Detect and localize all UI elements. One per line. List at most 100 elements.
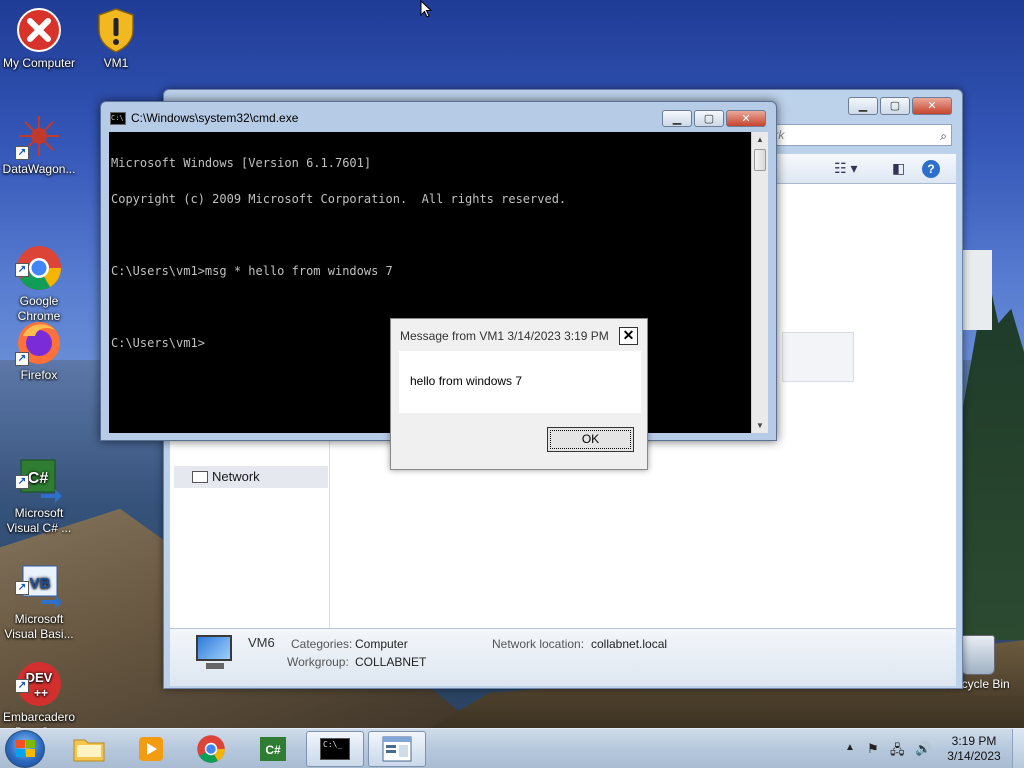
- visual-csharp-icon: C#: [260, 737, 286, 761]
- minimize-button[interactable]: ▁: [848, 97, 878, 115]
- svg-text:++: ++: [34, 686, 48, 700]
- search-icon[interactable]: ⌕: [940, 126, 947, 146]
- desktop-icon-my-computer[interactable]: My Computer: [0, 6, 79, 71]
- details-pane: VM6 Categories: Computer Workgroup: COLL…: [170, 628, 956, 686]
- taskbar-network-explorer[interactable]: [368, 731, 426, 767]
- devcpp-icon: DEV ++ ↗: [15, 645, 63, 706]
- recycle-bin-icon: [961, 635, 995, 675]
- svg-text:DEV: DEV: [26, 670, 53, 685]
- desktop-icon-visual-basic[interactable]: VB ↗ Microsoft Visual Basi...: [0, 532, 79, 642]
- desktop-icon-label: Microsoft Visual C# ...: [6, 506, 72, 535]
- taskbar-cmd[interactable]: C:\_: [306, 731, 364, 767]
- media-player-icon: [139, 737, 163, 761]
- taskbar: C# C:\_ ▲ ⚑ 🖧 🔊 3:19 PM 3/14/2023: [0, 728, 1024, 768]
- volume-icon[interactable]: 🔊: [915, 741, 931, 757]
- svg-text:VB: VB: [30, 575, 51, 592]
- show-desktop-button[interactable]: [1012, 729, 1024, 768]
- taskbar-media-player[interactable]: [122, 731, 180, 767]
- desktop-icon-label: DataWagon...: [2, 162, 76, 176]
- dialog-body: hello from windows 7: [399, 351, 641, 413]
- shortcut-arrow-icon: ↗: [15, 581, 29, 595]
- console-line: C:\Users\vm1>msg * hello from windows 7: [111, 264, 393, 278]
- desktop-icon-devcpp[interactable]: DEV++ ↗ Embarcadero Dev-C++: [0, 630, 79, 728]
- wallpaper-lighthouse: [962, 250, 992, 330]
- close-icon[interactable]: ✕: [619, 327, 638, 345]
- shortcut-arrow-icon: ↗: [15, 352, 29, 366]
- desktop-icon-label: Embarcadero Dev-C++: [2, 710, 76, 728]
- network-computer-item[interactable]: [782, 332, 854, 382]
- clock-date: 3/14/2023: [947, 749, 1001, 763]
- desktop-icon-label: Firefox: [20, 368, 58, 382]
- close-button[interactable]: ✕: [912, 97, 952, 115]
- message-text: hello from windows 7: [410, 374, 523, 388]
- console-line: Microsoft Windows [Version 6.1.7601]: [111, 156, 372, 170]
- workgroup-label: Workgroup:: [287, 655, 349, 669]
- system-clock[interactable]: 3:19 PM 3/14/2023: [942, 734, 1006, 764]
- cmd-icon: C:\: [110, 112, 126, 125]
- desktop-icon-label: My Computer: [2, 56, 76, 70]
- maximize-button[interactable]: ▢: [880, 97, 910, 115]
- network-icon: [192, 471, 208, 483]
- scroll-up-icon[interactable]: ▲: [756, 135, 764, 144]
- cmd-caption-buttons: ▁ ▢ ✕: [662, 110, 766, 127]
- visual-csharp-icon: C# ↗: [15, 441, 63, 503]
- minimize-button[interactable]: ▁: [662, 110, 692, 127]
- desktop-icon-vm1[interactable]: VM1: [76, 6, 156, 71]
- network-location-label: Network location:: [492, 637, 585, 651]
- desktop-icon-firefox[interactable]: ↗ Firefox: [0, 318, 79, 383]
- network-location-value: collabnet.local: [591, 637, 668, 651]
- preview-pane-icon[interactable]: ◧: [892, 160, 905, 177]
- search-input[interactable]: work ⌕: [752, 124, 952, 146]
- shortcut-arrow-icon: ↗: [15, 679, 29, 693]
- window-title: C:\Windows\system32\cmd.exe: [131, 111, 299, 125]
- desktop-icon-datawagon[interactable]: ↗ DataWagon...: [0, 112, 79, 177]
- svg-text:C#: C#: [265, 743, 281, 757]
- network-status-icon[interactable]: 🖧: [890, 741, 905, 763]
- categories-label: Categories:: [291, 637, 353, 651]
- start-button[interactable]: [5, 730, 45, 768]
- vertical-scrollbar[interactable]: ▲ ▼: [751, 132, 768, 433]
- svg-text:C#: C#: [28, 470, 49, 487]
- firefox-icon: ↗: [15, 318, 63, 366]
- wallpaper-trees: [960, 280, 1024, 640]
- show-hidden-icons-icon[interactable]: ▲: [845, 742, 855, 753]
- computer-name: VM6: [248, 635, 275, 650]
- view-options-icon[interactable]: ☷ ▾: [834, 160, 857, 177]
- shortcut-arrow-icon: ↗: [15, 475, 29, 489]
- system-tray: ▲ ⚑ 🖧 🔊 3:19 PM 3/14/2023: [845, 729, 1024, 768]
- cmd-icon: C:\_: [320, 738, 350, 760]
- desktop-wallpaper: My Computer VM1 ↗ DataWagon... ↗ Google …: [0, 0, 1024, 728]
- close-button[interactable]: ✕: [726, 110, 766, 127]
- taskbar-visual-csharp[interactable]: C#: [244, 731, 302, 767]
- desktop-icon-google-chrome[interactable]: ↗ Google Chrome: [0, 214, 79, 324]
- clock-time: 3:19 PM: [951, 734, 997, 748]
- folder-icon: [73, 739, 105, 762]
- computer-icon: [192, 635, 236, 673]
- message-dialog[interactable]: Message from VM1 3/14/2023 3:19 PM ✕ hel…: [390, 318, 648, 470]
- mouse-cursor-icon: [420, 0, 432, 18]
- action-center-icon[interactable]: ⚑: [867, 741, 879, 757]
- shield-warning-icon: [92, 6, 140, 54]
- maximize-button[interactable]: ▢: [694, 110, 724, 127]
- explorer-caption-buttons: ▁ ▢ ✕: [848, 97, 952, 115]
- desktop-icon-label: VM1: [103, 56, 129, 70]
- help-icon[interactable]: ?: [922, 160, 940, 178]
- close-circle-icon: [15, 6, 63, 54]
- sidebar-item-network[interactable]: Network: [174, 466, 328, 488]
- chrome-icon: [197, 735, 225, 763]
- desktop-icon-visual-csharp[interactable]: C# ↗ Microsoft Visual C# ...: [0, 426, 79, 536]
- window-icon: [382, 736, 412, 762]
- taskbar-chrome[interactable]: [182, 731, 240, 767]
- scroll-thumb[interactable]: [754, 149, 766, 171]
- sidebar-item-label: Network: [212, 469, 260, 484]
- categories-value: Computer: [355, 637, 408, 651]
- shortcut-arrow-icon: ↗: [15, 146, 29, 160]
- ok-button[interactable]: OK: [547, 427, 634, 452]
- shortcut-arrow-icon: ↗: [15, 263, 29, 277]
- datawagon-icon: ↗: [15, 112, 63, 160]
- taskbar-file-explorer[interactable]: [60, 731, 118, 767]
- dialog-title: Message from VM1 3/14/2023 3:19 PM: [400, 329, 609, 343]
- scroll-down-icon[interactable]: ▼: [756, 421, 764, 430]
